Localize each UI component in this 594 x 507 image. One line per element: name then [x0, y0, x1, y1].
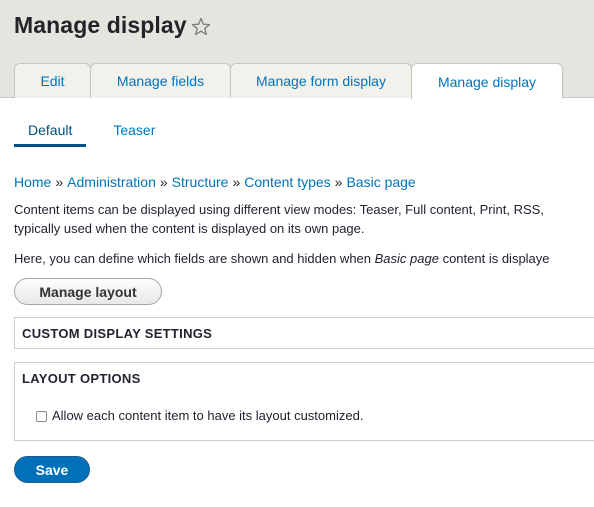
breadcrumb-administration[interactable]: Administration: [67, 174, 156, 190]
tab-manage-fields[interactable]: Manage fields: [90, 63, 231, 98]
subtab-teaser[interactable]: Teaser: [99, 113, 169, 147]
breadcrumb-basic-page[interactable]: Basic page: [346, 174, 415, 190]
star-icon[interactable]: [191, 17, 211, 37]
breadcrumb-content-types[interactable]: Content types: [244, 174, 330, 190]
custom-display-settings-panel: CUSTOM DISPLAY SETTINGS: [14, 317, 594, 349]
secondary-tabs: Default Teaser: [14, 113, 169, 147]
allow-layout-customization-checkbox[interactable]: [36, 411, 47, 422]
help-line-2: typically used when the content is displ…: [14, 221, 365, 236]
page-header: Manage display Edit Manage fields Manage…: [0, 0, 594, 99]
breadcrumb-separator: »: [55, 174, 64, 190]
help-line-3-content-type: Basic page: [374, 251, 439, 266]
tab-edit[interactable]: Edit: [14, 63, 91, 98]
breadcrumb-home[interactable]: Home: [14, 174, 51, 190]
custom-display-settings-heading[interactable]: CUSTOM DISPLAY SETTINGS: [22, 326, 212, 341]
breadcrumb-separator: »: [232, 174, 241, 190]
subtab-default[interactable]: Default: [14, 113, 87, 147]
help-line-3-start: Here, you can define which fields are sh…: [14, 251, 375, 266]
breadcrumb-structure[interactable]: Structure: [172, 174, 229, 190]
save-button[interactable]: Save: [14, 456, 90, 483]
tab-manage-display[interactable]: Manage display: [411, 63, 563, 99]
allow-layout-customization-label[interactable]: Allow each content item to have its layo…: [52, 408, 363, 423]
primary-tabs: Edit Manage fields Manage form display M…: [14, 63, 563, 99]
view-modes-help: Content items can be displayed using dif…: [14, 200, 594, 238]
tab-manage-form-display[interactable]: Manage form display: [230, 63, 412, 98]
breadcrumb: Home» Administration» Structure» Content ty…: [14, 174, 416, 190]
help-line-1: Content items can be displayed using dif…: [14, 202, 544, 217]
manage-layout-button[interactable]: Manage layout: [14, 278, 162, 305]
page-title: Manage display: [14, 12, 187, 38]
help-line-3-end: content is displaye: [438, 251, 550, 266]
layout-options-panel: LAYOUT OPTIONS Allow each content item t…: [14, 362, 594, 441]
fields-help: Here, you can define which fields are sh…: [14, 249, 550, 268]
breadcrumb-separator: »: [159, 174, 168, 190]
layout-options-heading: LAYOUT OPTIONS: [22, 371, 141, 386]
breadcrumb-separator: »: [334, 174, 343, 190]
